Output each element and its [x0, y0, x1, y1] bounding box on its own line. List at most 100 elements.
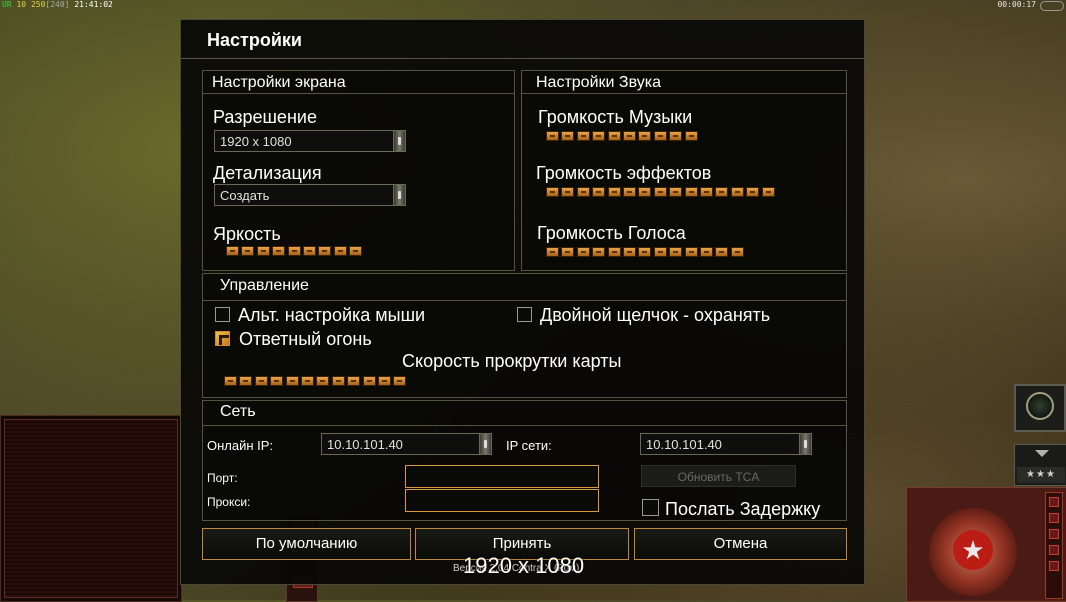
resolution-value: 1920 x 1080: [220, 134, 292, 149]
panel-header: Настройки Звука: [522, 71, 846, 94]
slider-segment: [669, 247, 683, 257]
slider-segment: [301, 376, 314, 386]
rank-stars: ★★★: [1017, 467, 1065, 483]
slider-segment: [684, 131, 698, 141]
retaliation-checkbox[interactable]: [215, 331, 230, 346]
lan-ip-select[interactable]: 10.10.101.40: [640, 433, 812, 455]
radar-button[interactable]: [1014, 384, 1066, 432]
side-button[interactable]: [1049, 513, 1059, 523]
slider-segment: [730, 187, 744, 197]
slider-segment: [684, 247, 698, 257]
slider-segment: [239, 376, 253, 386]
slider-segment: [607, 131, 621, 141]
detail-select[interactable]: Создать: [214, 184, 406, 206]
proxy-input[interactable]: [405, 489, 599, 512]
slider-segment: [653, 187, 667, 197]
brightness-label: Яркость: [213, 224, 281, 244]
title-divider: [181, 58, 864, 59]
slider-segment: [761, 187, 775, 197]
dropdown-arrow-icon[interactable]: [393, 131, 405, 151]
slider-segment: [638, 247, 652, 257]
slider-segment: [241, 246, 255, 256]
slider-segment: [331, 376, 345, 386]
scroll-speed-label: Скорость прокрутки карты: [402, 351, 622, 371]
slider-segment: [285, 376, 299, 386]
slider-segment: [715, 187, 729, 197]
slider-segment: [607, 187, 621, 197]
slider-segment: [561, 187, 575, 197]
resolution-label: Разрешение: [213, 107, 317, 127]
hud-bar: UR 10 250[240] 21:41:02 00:00:17: [0, 0, 1066, 11]
detail-value: Создать: [220, 188, 270, 203]
dropdown-arrow-icon[interactable]: [799, 434, 811, 454]
port-input[interactable]: [405, 465, 599, 488]
slider-segment: [270, 376, 284, 386]
slider-segment: [592, 131, 606, 141]
slider-segment: [546, 131, 559, 141]
online-ip-label: Онлайн IP:: [207, 438, 274, 453]
effects-volume-label: Громкость эффектов: [536, 163, 712, 183]
settings-dialog: Настройки Настройки экрана Разрешение 19…: [180, 19, 865, 585]
double-click-guard-label: Двойной щелчок - охранять: [540, 305, 771, 325]
send-delay-checkbox[interactable]: [642, 499, 659, 516]
slider-segment: [378, 376, 391, 386]
slider-segment: [746, 187, 760, 197]
slider-segment: [362, 376, 376, 386]
slider-segment: [349, 246, 363, 256]
rank-panel[interactable]: ★★★: [1014, 444, 1066, 486]
slider-segment: [700, 247, 713, 257]
online-ip-value: 10.10.101.40: [327, 437, 403, 452]
fps-label: UR: [2, 0, 12, 9]
slider-segment: [561, 131, 575, 141]
faction-emblem: ★: [929, 508, 1017, 596]
chevron-down-icon: [1035, 450, 1049, 457]
resolution-select[interactable]: 1920 x 1080: [214, 130, 406, 152]
game-timer: 00:00:17: [997, 0, 1036, 9]
unit-info-screen: [4, 419, 178, 598]
send-delay-label: Послать Задержку: [665, 499, 821, 519]
faction-side-buttons: [1045, 492, 1063, 599]
side-button[interactable]: [1049, 497, 1059, 507]
double-click-guard-checkbox[interactable]: [517, 307, 532, 322]
proxy-label: Прокси:: [207, 495, 251, 509]
slider-segment: [347, 376, 361, 386]
slider-segment: [638, 131, 652, 141]
slider-segment: [669, 131, 683, 141]
slider-segment: [669, 187, 683, 197]
minimize-icon[interactable]: [1040, 1, 1064, 11]
side-button[interactable]: [1049, 545, 1059, 555]
slider-segment: [287, 246, 301, 256]
update-tca-button[interactable]: Обновить TCA: [641, 465, 796, 487]
slider-segment: [623, 187, 636, 197]
retaliation-label: Ответный огонь: [239, 329, 372, 349]
slider-segment: [592, 187, 606, 197]
lan-ip-value: 10.10.101.40: [646, 437, 722, 452]
panel-header: Настройки экрана: [203, 71, 514, 94]
alt-mouse-label: Альт. настройка мыши: [238, 305, 426, 325]
slider-segment: [546, 187, 559, 197]
defaults-button[interactable]: По умолчанию: [202, 528, 411, 560]
online-ip-select[interactable]: 10.10.101.40: [321, 433, 492, 455]
cancel-button[interactable]: Отмена: [634, 528, 847, 560]
slider-segment: [653, 247, 667, 257]
panel-header: Управление: [203, 274, 846, 301]
slider-segment: [638, 187, 652, 197]
side-button[interactable]: [1049, 529, 1059, 539]
sound-settings-panel: Настройки Звука Громкость Музыки Громкос…: [521, 70, 847, 271]
clock: 21:41:02: [74, 0, 113, 9]
slider-segment: [333, 246, 347, 256]
slider-segment: [303, 246, 316, 256]
dropdown-arrow-icon[interactable]: [393, 185, 405, 205]
dropdown-arrow-icon[interactable]: [479, 434, 491, 454]
panel-header: Сеть: [203, 401, 846, 426]
alt-mouse-checkbox[interactable]: [215, 307, 230, 322]
slider-segment: [318, 246, 332, 256]
hud-stats: UR 10 250[240] 21:41:02: [2, 0, 113, 9]
slider-segment: [715, 247, 729, 257]
display-settings-panel: Настройки экрана Разрешение 1920 x 1080 …: [202, 70, 515, 271]
slider-segment: [393, 376, 407, 386]
side-button[interactable]: [1049, 561, 1059, 571]
slider-segment: [272, 246, 286, 256]
radar-icon: [1026, 392, 1054, 420]
slider-segment: [576, 187, 590, 197]
